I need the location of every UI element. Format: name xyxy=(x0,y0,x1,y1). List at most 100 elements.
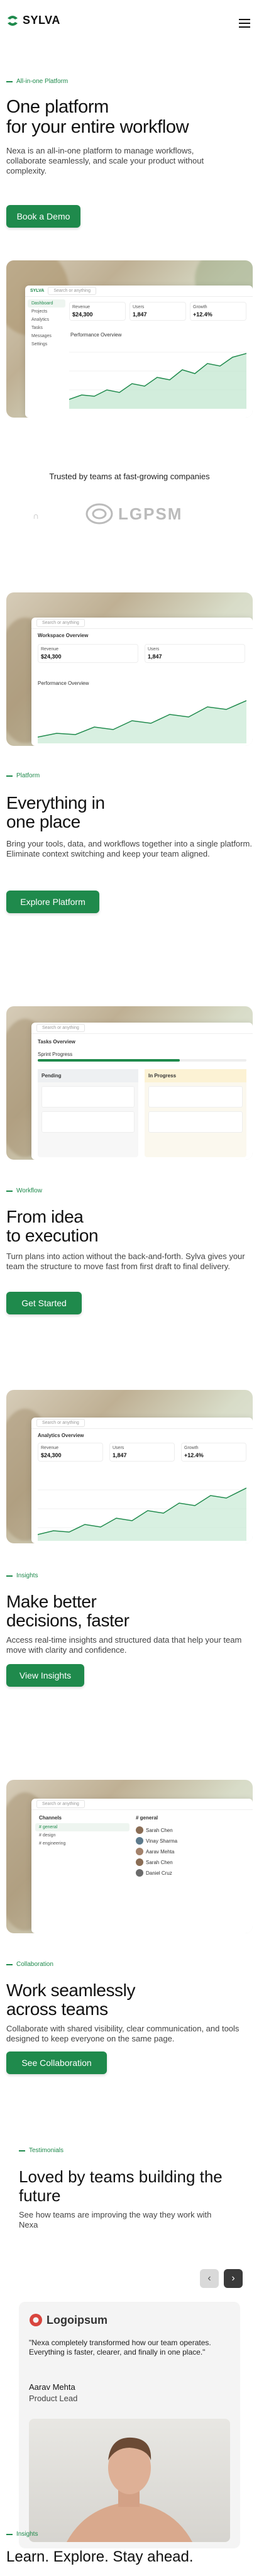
hamburger-menu-icon[interactable] xyxy=(239,19,250,28)
message-item: Aarav Mehta xyxy=(136,1848,249,1855)
workflow-description: Turn plans into action without the back-… xyxy=(6,1252,245,1271)
testimonials-title: Loved by teams building the future xyxy=(19,2167,223,2205)
kpi-card: Users 1,847 xyxy=(109,1443,175,1462)
collaboration-title-line1: Work seamlessly xyxy=(6,1980,136,2000)
task-card[interactable] xyxy=(41,1086,135,1108)
channel-design[interactable]: # design xyxy=(35,1831,130,1840)
workspace-window: Search or anything Workspace Overview Re… xyxy=(31,618,253,746)
window-title: Workspace Overview xyxy=(38,633,89,638)
platform-title: Everything in one place xyxy=(6,794,105,831)
chat-window: Search or anything Channels # general # … xyxy=(31,1799,253,1933)
message-author: Sarah Chen xyxy=(146,1827,173,1833)
sidebar-item-tasks[interactable]: Tasks xyxy=(28,324,65,332)
insights-title-line1: Make better xyxy=(6,1592,97,1611)
message-author: Daniel Cruz xyxy=(146,1870,172,1876)
avatar xyxy=(136,1837,143,1845)
avatar xyxy=(136,1869,143,1877)
avatar xyxy=(136,1858,143,1866)
testimonials-description: See how teams are improving the way they… xyxy=(19,2210,212,2229)
insights-footer-eyebrow-label: Insights xyxy=(16,2531,38,2538)
message-author: Aarav Mehta xyxy=(146,1848,175,1855)
kpi-card: Growth +12.4% xyxy=(181,1443,246,1462)
insights-visual-card: Search or anything Analytics Overview Re… xyxy=(6,1390,253,1543)
partner-logo: LGPSM xyxy=(85,503,182,525)
hero-eyebrow-label: All-in-one Platform xyxy=(16,78,69,85)
testimonial-author-name: Aarav Mehta xyxy=(29,2382,75,2392)
pending-column-title: Pending xyxy=(38,1069,138,1082)
workspace-area-chart xyxy=(38,700,246,743)
explore-platform-button[interactable]: Explore Platform xyxy=(6,891,99,913)
window-bar: Search or anything xyxy=(31,1418,253,1429)
task-card[interactable] xyxy=(148,1086,243,1108)
workflow-visual-card: Search or anything Tasks Overview Sprint… xyxy=(6,1006,253,1160)
sylva-logo-icon xyxy=(8,15,18,26)
kpi-card: Users 1,847 xyxy=(130,302,186,321)
testimonial-logo: Logoipsum xyxy=(29,2313,107,2327)
sidebar-item-settings[interactable]: Settings xyxy=(28,340,65,348)
hero-description: Nexa is an all-in-one platform to manage… xyxy=(6,146,204,175)
feed-title: # general xyxy=(136,1815,158,1821)
channel-general[interactable]: # general xyxy=(35,1823,130,1831)
platform-title-line1: Everything in xyxy=(6,793,105,813)
collaboration-title: Work seamlessly across teams xyxy=(6,1981,135,2019)
sprint-progress-bar xyxy=(38,1059,246,1062)
message-item: Daniel Cruz xyxy=(136,1869,249,1877)
task-card[interactable] xyxy=(148,1111,243,1133)
insights-footer-title: Learn. Explore. Stay ahead. xyxy=(6,2548,194,2565)
partner-logo-icon xyxy=(85,503,113,525)
get-started-button[interactable]: Get Started xyxy=(6,1292,82,1314)
channels-panel: Channels # general # design # engineerin… xyxy=(35,1813,130,1848)
in-progress-column-title: In Progress xyxy=(145,1069,246,1082)
sidebar-item-projects[interactable]: Projects xyxy=(28,308,65,316)
trusted-title: Trusted by teams at fast-growing compani… xyxy=(49,472,210,481)
window-search[interactable]: Search or anything xyxy=(36,1024,85,1032)
window-search[interactable]: Search or anything xyxy=(36,1419,85,1427)
collaboration-title-line2: across teams xyxy=(6,1999,108,2019)
brand-logo[interactable]: SYLVA xyxy=(6,14,60,27)
see-collaboration-button[interactable]: See Collaboration xyxy=(6,2051,107,2074)
panel-title: Performance Overview xyxy=(38,680,89,686)
eyebrow-dash xyxy=(6,775,13,777)
window-search[interactable]: Search or anything xyxy=(48,287,97,295)
sidebar-item-analytics[interactable]: Analytics xyxy=(28,316,65,324)
window-title: Analytics Overview xyxy=(38,1433,84,1438)
platform-title-line2: one place xyxy=(6,812,80,831)
testimonials-eyebrow: Testimonials xyxy=(19,2147,63,2154)
workflow-title-line1: From idea xyxy=(6,1207,84,1226)
testimonials-eyebrow-label: Testimonials xyxy=(29,2147,64,2154)
sidebar-item-dashboard[interactable]: Dashboard xyxy=(28,299,65,308)
kpi-card: Users 1,847 xyxy=(145,644,245,663)
window-bar: Search or anything xyxy=(31,1799,253,1810)
message-item: Vinay Sharma xyxy=(136,1837,249,1845)
book-demo-button[interactable]: Book a Demo xyxy=(6,205,80,228)
kpi-card: Growth +12.4% xyxy=(190,302,246,321)
eyebrow-dash xyxy=(6,1575,13,1577)
window-search[interactable]: Search or anything xyxy=(36,619,85,627)
insights-eyebrow: Insights xyxy=(6,1572,38,1579)
dashboard-sidebar: Dashboard Projects Analytics Tasks Messa… xyxy=(28,299,65,348)
insights-title: Make better decisions, faster xyxy=(6,1592,130,1630)
hero-title-line1: One platform xyxy=(6,97,109,117)
sidebar-item-messages[interactable]: Messages xyxy=(28,332,65,340)
collaboration-visual-card: Search or anything Channels # general # … xyxy=(6,1780,253,1933)
person-portrait-icon xyxy=(67,2437,192,2542)
eyebrow-dash xyxy=(19,2150,25,2151)
channel-engineering[interactable]: # engineering xyxy=(35,1840,130,1848)
testimonial-logo-text: Logoipsum xyxy=(47,2313,107,2326)
window-bar: Search or anything xyxy=(31,618,253,629)
testimonial-photo xyxy=(29,2419,230,2542)
window-brand: SYLVA xyxy=(30,289,45,293)
eyebrow-dash xyxy=(6,2533,13,2535)
next-testimonial-button[interactable]: › xyxy=(224,2269,243,2288)
prev-testimonial-button[interactable]: ‹ xyxy=(200,2269,219,2288)
testimonials-title-line2: future xyxy=(19,2186,61,2205)
eyebrow-dash xyxy=(6,1190,13,1192)
sprint-progress-label: Sprint Progress xyxy=(38,1052,73,1057)
tasks-window: Search or anything Tasks Overview Sprint… xyxy=(31,1023,253,1160)
logoipsum-icon xyxy=(30,2314,42,2326)
task-card[interactable] xyxy=(41,1111,135,1133)
view-insights-button[interactable]: View Insights xyxy=(6,1664,84,1687)
chevron-right-icon: › xyxy=(231,2273,235,2284)
hero-dashboard-card: SYLVA Search or anything Dashboard Proje… xyxy=(6,260,253,418)
window-search[interactable]: Search or anything xyxy=(36,1800,85,1808)
